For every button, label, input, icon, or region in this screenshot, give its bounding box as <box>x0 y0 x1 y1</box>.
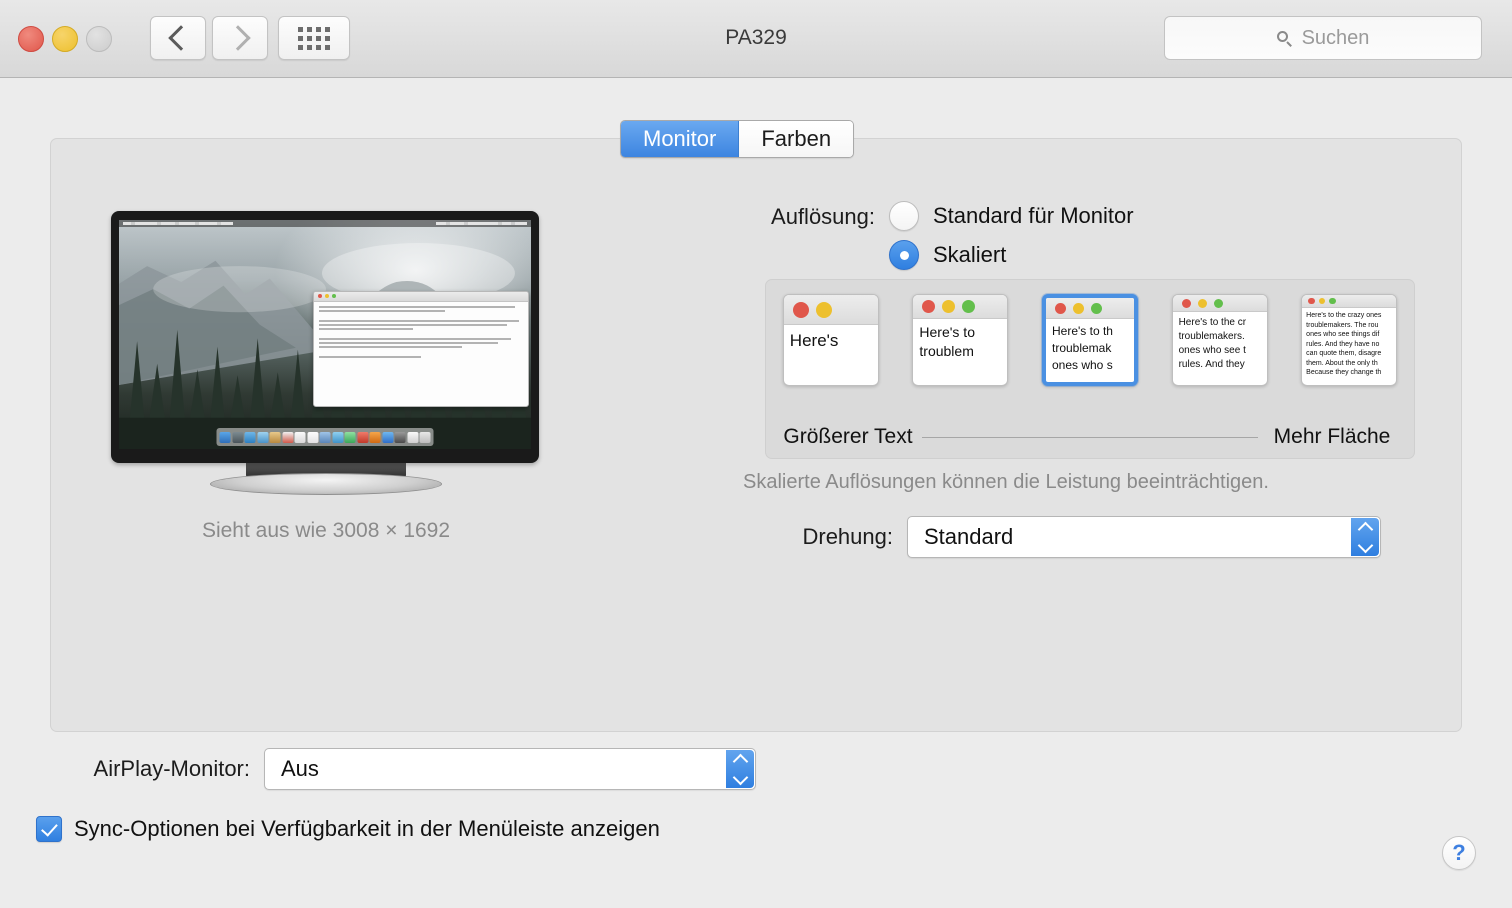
menu-bar-mock <box>119 220 531 227</box>
monitor-bezel <box>111 211 539 463</box>
display-preferences-window: PA329 Suchen Monitor Farben Sieht aus wi… <box>0 0 1512 908</box>
radio-scaled[interactable]: Skaliert <box>889 240 1134 270</box>
chevron-updown-icon <box>1351 518 1379 556</box>
tab-farben[interactable]: Farben <box>739 121 854 157</box>
radio-default-for-display[interactable]: Standard für Monitor <box>889 201 1134 231</box>
thumb-text: Here's to th troublemak ones who s <box>1051 324 1113 372</box>
search-input[interactable]: Suchen <box>1164 16 1482 60</box>
bottom-controls: AirPlay-Monitor: Aus Sync-Optionen bei V… <box>0 748 1512 842</box>
search-icon <box>1276 30 1292 47</box>
tab-monitor[interactable]: Monitor <box>621 121 740 157</box>
resolution-controls: Auflösung: Standard für Monitor Skaliert <box>727 201 1427 558</box>
airplay-value: Aus <box>281 756 319 781</box>
search-placeholder: Suchen <box>1301 26 1370 49</box>
monitor-screen <box>119 220 531 449</box>
thumb-traffic-lights <box>1302 295 1397 308</box>
scaling-option-2-selected[interactable]: Here's to th troublemak ones who s <box>1041 294 1138 386</box>
scaling-option-0[interactable]: Here's <box>782 294 879 386</box>
desktop-dock <box>216 428 434 446</box>
airplay-row: AirPlay-Monitor: Aus <box>0 748 1512 790</box>
radio-off-icon <box>889 201 919 231</box>
thumb-traffic-lights <box>1172 295 1267 312</box>
thumb-traffic-lights <box>1045 298 1134 319</box>
thumb-traffic-lights <box>783 295 878 325</box>
rotation-value: Standard <box>924 524 1014 549</box>
scaling-warning-text: Skalierte Auflösungen können die Leistun… <box>743 471 1269 493</box>
scaling-track <box>922 437 1258 438</box>
rotation-dropdown[interactable]: Standard <box>907 516 1381 558</box>
help-button[interactable]: ? <box>1442 836 1476 870</box>
window-titlebar: PA329 Suchen <box>0 0 1512 78</box>
radio-on-icon <box>889 240 919 270</box>
scaling-thumbnail-list: Here's Here's to troublem Here's to th t… <box>766 294 1414 386</box>
resolution-caption: Sieht aus wie 3008 × 1692 <box>201 519 451 542</box>
monitor-preview: Sieht aus wie 3008 × 1692 <box>111 211 541 543</box>
scaling-option-3[interactable]: Here's to the cr troublemakers. ones who… <box>1171 294 1268 386</box>
thumb-text: Here's to troublem <box>919 324 975 359</box>
desktop-textedit-window <box>312 290 529 408</box>
rotation-label: Drehung: <box>802 524 893 549</box>
display-settings-panel: Sieht aus wie 3008 × 1692 Auflösung: Sta… <box>50 138 1462 732</box>
thumb-text: Here's <box>789 331 839 350</box>
chevron-updown-icon <box>726 750 754 788</box>
thumb-text: Here's to the crazy ones troublemakers. … <box>1306 312 1382 376</box>
resolution-radio-group: Standard für Monitor Skaliert <box>889 201 1134 279</box>
airplay-label: AirPlay-Monitor: <box>93 756 250 781</box>
sync-options-label: Sync-Optionen bei Verfügbarkeit in der M… <box>74 816 660 841</box>
thumb-traffic-lights <box>913 295 1008 319</box>
checkbox-checked-icon[interactable] <box>36 816 62 842</box>
label-larger-text: Größerer Text <box>783 425 913 448</box>
thumb-text: Here's to the cr troublemakers. ones who… <box>1178 317 1247 370</box>
tab-bar: Monitor Farben <box>620 120 855 158</box>
airplay-dropdown[interactable]: Aus <box>264 748 756 790</box>
label-more-space: Mehr Fläche <box>1273 425 1391 448</box>
resolution-label: Auflösung: <box>771 204 875 229</box>
scaling-options-panel: Here's Here's to troublem Here's to th t… <box>765 279 1415 459</box>
sync-options-checkbox-row[interactable]: Sync-Optionen bei Verfügbarkeit in der M… <box>0 816 1512 842</box>
monitor-base <box>210 473 442 495</box>
scaling-option-4[interactable]: Here's to the crazy ones troublemakers. … <box>1301 294 1398 386</box>
scaling-option-1[interactable]: Here's to troublem <box>912 294 1009 386</box>
scaling-axis-labels: Größerer Text Mehr Fläche <box>766 423 1414 450</box>
